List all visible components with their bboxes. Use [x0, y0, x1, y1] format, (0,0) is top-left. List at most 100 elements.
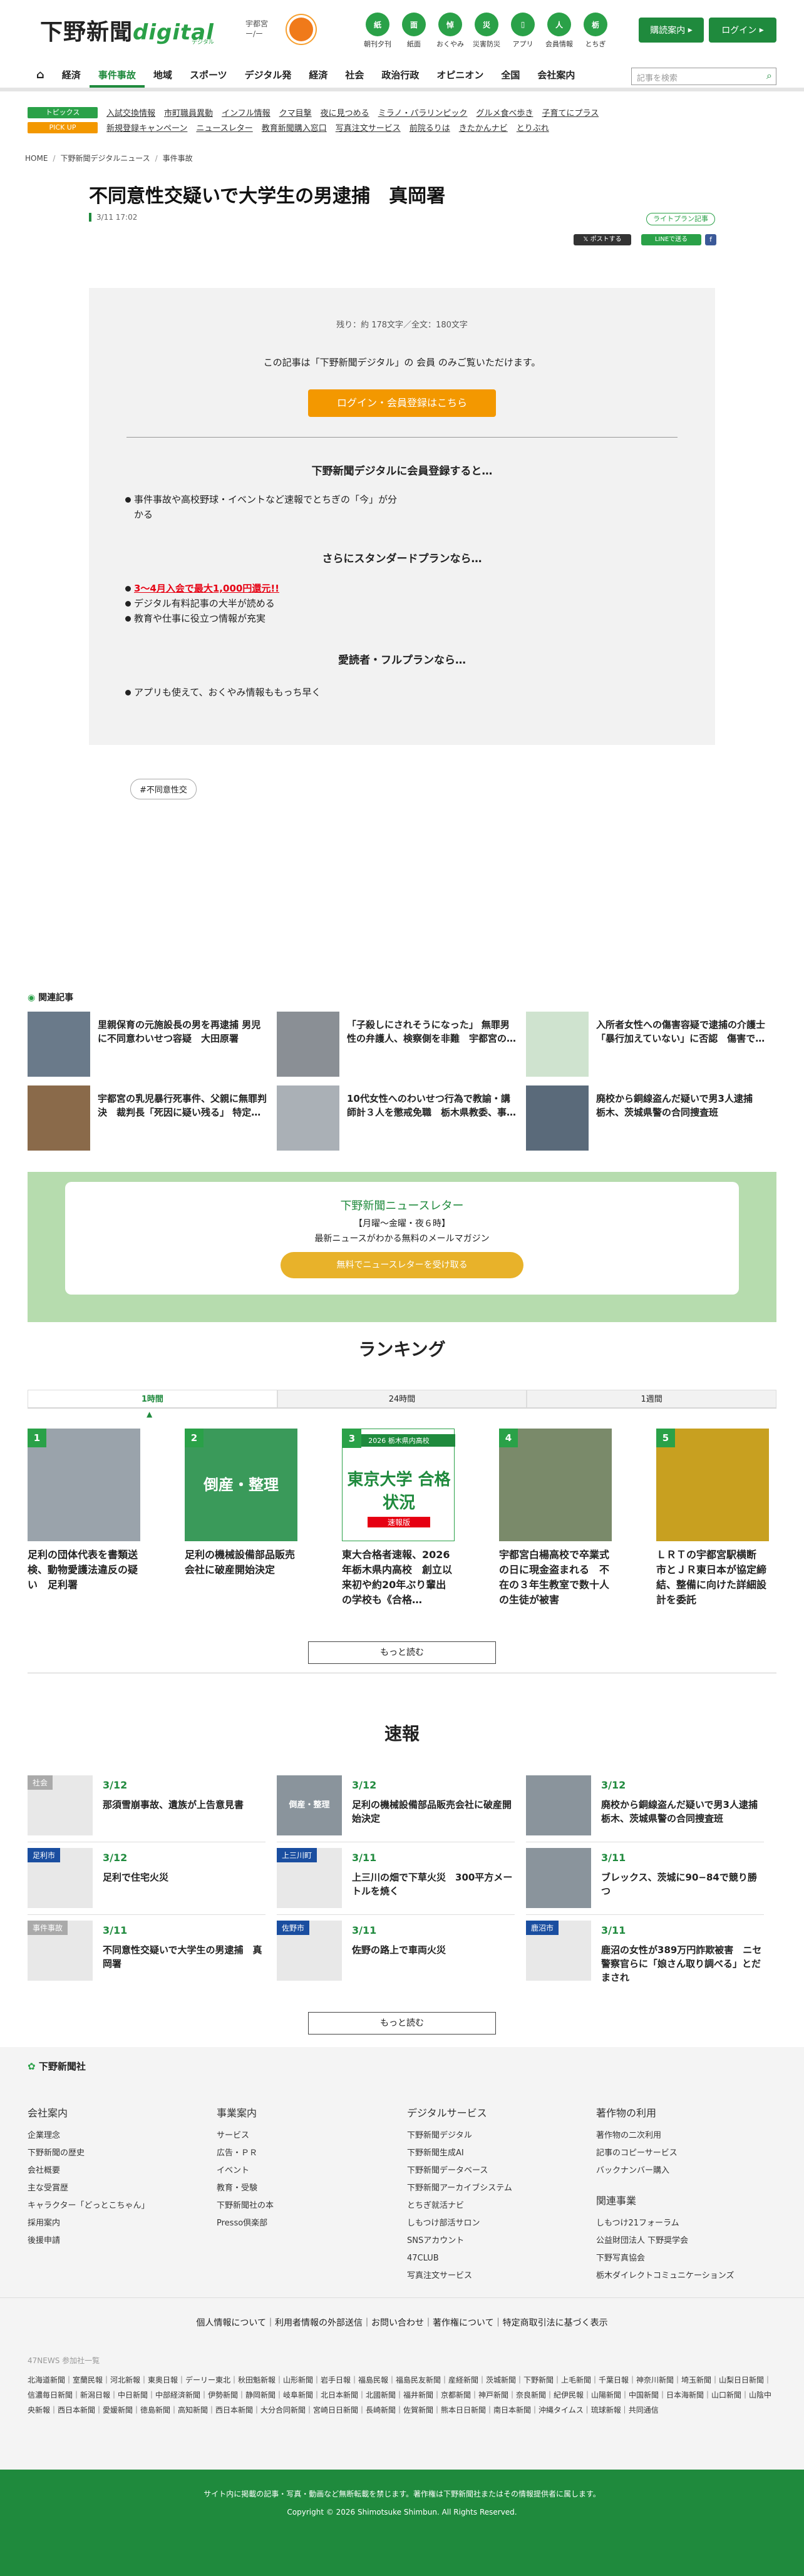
footer-link[interactable]: 主な受賞歴 — [28, 2180, 149, 2197]
pickup-link[interactable]: 前院るりは — [410, 121, 450, 133]
footer-link[interactable]: バックナンバー購入 — [596, 2162, 678, 2180]
pickup-link[interactable]: 教育新聞購入窓口 — [262, 121, 327, 133]
nav-item[interactable]: 地域 — [145, 63, 181, 88]
header-link-3[interactable]: 災災害防災 — [472, 13, 501, 49]
breaking-item[interactable]: 上三川町 3/11 上三川の畑で下草火災 300平方メートルを焼く — [277, 1848, 515, 1915]
ranking-tab[interactable]: 24時間 — [277, 1390, 527, 1408]
footer-link[interactable]: 47CLUB — [407, 2250, 512, 2267]
nav-item[interactable]: 会社案内 — [528, 63, 584, 88]
breaking-item[interactable]: 3/11 ブレックス、茨城に90−84で競り勝つ — [526, 1848, 764, 1915]
policy-links[interactable]: 個人情報について｜利用者情報の外部送信｜お問い合わせ｜著作権について｜特定商取引… — [0, 2316, 804, 2329]
footer-link[interactable]: イベント — [217, 2162, 274, 2180]
site-logo[interactable]: 下野新聞digital — [40, 14, 214, 46]
footer-link[interactable]: しもつけ部活サロン — [407, 2215, 512, 2232]
related-article[interactable]: 廃校から銅線盗んだ疑いで男3人逮捕 栃木、茨城県警の合同捜査班 — [526, 1085, 770, 1151]
topics-link[interactable]: グルメ食べ歩き — [476, 106, 533, 118]
related-article[interactable]: 里親保育の元施設長の男を再逮捕 男児に不同意わいせつ容疑 大田原署 — [28, 1012, 272, 1077]
newsletter-signup-button[interactable]: 無料でニュースレターを受け取る — [281, 1252, 523, 1278]
login-button[interactable]: ログイン ▸ — [709, 18, 776, 43]
nav-item[interactable]: 社会 — [336, 63, 373, 88]
share-line-button[interactable]: LINEで送る — [641, 234, 701, 245]
topics-link[interactable]: 夜に見つめる — [321, 106, 369, 118]
campaign-link[interactable]: 3〜4月入会で最大1,000円還元!! — [125, 581, 279, 596]
footer-link[interactable]: 下野写真協会 — [596, 2250, 734, 2267]
header-link-0[interactable]: 紙朝刊夕刊 — [363, 13, 392, 49]
footer-link[interactable]: 企業理念 — [28, 2127, 149, 2145]
footer-link[interactable]: 著作物の二次利用 — [596, 2127, 678, 2145]
footer-link[interactable]: 下野新聞生成AI — [407, 2145, 512, 2162]
nav-item[interactable]: 政治行政 — [373, 63, 428, 88]
footer-link[interactable]: 教育・受験 — [217, 2180, 274, 2197]
topics-link[interactable]: クマ目撃 — [279, 106, 312, 118]
footer-link[interactable]: 下野新聞の歴史 — [28, 2145, 149, 2162]
header-link-1[interactable]: 面紙面 — [399, 13, 428, 49]
pickup-link[interactable]: きたかんナビ — [459, 121, 508, 133]
footer-link[interactable]: 下野新聞社の本 — [217, 2197, 274, 2215]
breaking-item[interactable]: 社会 3/12 那須雪崩事故、遺族が上告意見書 — [28, 1775, 265, 1842]
ranking-tab[interactable]: 1週間 — [527, 1390, 777, 1408]
footer-link[interactable]: 下野新聞データベース — [407, 2162, 512, 2180]
related-article[interactable]: 10代女性へのわいせつ行為で教諭・講師計３人を懲戒免職 栃木県教委、事… — [277, 1085, 521, 1151]
search-input[interactable]: 記事を検索 ⌕ — [631, 68, 776, 85]
pickup-link[interactable]: ニュースレター — [196, 121, 252, 133]
topics-link[interactable]: インフル情報 — [222, 106, 271, 118]
topics-link[interactable]: 子育てにプラス — [542, 106, 599, 118]
nav-item[interactable]: スポーツ — [181, 63, 236, 88]
ranking-item[interactable]: 倒産・整理 2 足利の機械設備部品販売会社に破産開始決定 — [185, 1429, 297, 1578]
nav-item[interactable]: オピニオン — [428, 63, 492, 88]
footer-link[interactable]: 後援申請 — [28, 2232, 149, 2250]
search-icon[interactable]: ⌕ — [766, 69, 772, 82]
topics-link[interactable]: ミラノ・パラリンピック — [378, 106, 468, 118]
nav-item[interactable]: 経済 — [53, 63, 90, 88]
footer-link[interactable]: とちぎ就活ナビ — [407, 2197, 512, 2215]
header-link-5[interactable]: 人会員情報 — [545, 13, 574, 49]
ranking-more-button[interactable]: もっと読む — [308, 1641, 496, 1664]
breaking-more-button[interactable]: もっと読む — [308, 2012, 496, 2035]
ranking-item[interactable]: 4 宇都宮白楊高校で卒業式の日に現金盗まれる 不在の３年生教室で数十人の生徒が被害 — [499, 1429, 612, 1608]
ranking-item[interactable]: 東京大学 合格状況 2026 栃木県内高校 速報版 3 東大合格者速報、2026年栃木県… — [342, 1429, 455, 1608]
home-icon[interactable]: ⌂ — [28, 63, 53, 88]
footer-link[interactable]: 会社概要 — [28, 2162, 149, 2180]
ranking-item[interactable]: 5 ＬＲＴの宇都宮駅横断 市とＪＲ東日本が協定締結、整備に向けた詳細設計を委託 — [656, 1429, 769, 1608]
subscribe-button[interactable]: 購読案内 ▸ — [639, 18, 704, 43]
footer-link[interactable]: 採用案内 — [28, 2215, 149, 2232]
footer-link[interactable]: 栃木ダイレクトコミュニケーションズ — [596, 2267, 734, 2285]
breaking-item[interactable]: 鹿沼市 3/11 鹿沼の女性が389万円詐欺被害 ニセ警察官らに「娘さん取り調べる」… — [526, 1921, 764, 1983]
breaking-item[interactable]: 事件事故 3/11 不同意性交疑いで大学生の男逮捕 真岡署 — [28, 1921, 265, 1981]
header-link-4[interactable]: ▯ アプリ — [508, 13, 537, 49]
nav-item[interactable]: 事件事故 — [89, 63, 145, 88]
footer-link[interactable]: 下野新聞アーカイブシステム — [407, 2180, 512, 2197]
pickup-link[interactable]: 新規登録キャンペーン — [106, 121, 187, 133]
breaking-item[interactable]: 倒産・整理 3/12 足利の機械設備部品販売会社に破産開始決定 — [277, 1775, 515, 1842]
footer-link[interactable]: 写真注文サービス — [407, 2267, 512, 2285]
related-article[interactable]: 入所者女性への傷害容疑で逮捕の介護士「暴行加えていない」に否認 傷害で… — [526, 1012, 770, 1077]
related-article[interactable]: 宇都宮の乳児暴行死事件、父親に無罪判決 裁判長「死因に疑い残る」 特定… — [28, 1085, 272, 1151]
footer-link[interactable]: SNSアカウント — [407, 2232, 512, 2250]
login-register-button[interactable]: ログイン・会員登録はこちら — [308, 389, 496, 417]
nav-item[interactable]: 全国 — [492, 63, 528, 88]
share-x-button[interactable]: 𝕏 ポストする — [574, 234, 631, 245]
network-links[interactable]: 北海道新聞｜室蘭民報｜河北新報｜東奥日報｜デーリー東北｜秋田魁新報｜山形新聞｜岩… — [28, 2373, 776, 2418]
footer-link[interactable]: Presso倶楽部 — [217, 2215, 274, 2232]
footer-link[interactable]: 記事のコピーサービス — [596, 2145, 678, 2162]
footer-logo[interactable]: ✿ 下野新聞社 — [28, 2060, 86, 2073]
ranking-item[interactable]: 1 足利の団体代表を書類送検、動物愛護法違反の疑い 足利署 — [28, 1429, 140, 1593]
keyword-tag[interactable]: #不同意性交 — [130, 779, 197, 799]
topics-link[interactable]: 市町職員異動 — [164, 106, 213, 118]
breaking-item[interactable]: 3/12 廃校から銅線盗んだ疑いで男3人逮捕 栃木、茨城県警の合同捜査班 — [526, 1775, 767, 1842]
breadcrumb-item[interactable]: 下野新聞デジタルニュース — [60, 154, 150, 163]
topics-link[interactable]: 入試交換情報 — [106, 106, 155, 118]
nav-item[interactable]: デジタル発 — [236, 63, 301, 88]
footer-link[interactable]: 下野新聞デジタル — [407, 2127, 512, 2145]
weather-widget[interactable]: 宇都宮 ー/ー — [245, 19, 268, 39]
footer-link[interactable]: キャラクター「どっとこちゃん」 — [28, 2197, 149, 2215]
related-article[interactable]: 「子殺しにされそうになった」 無罪男性の弁護人、検察側を非難 宇都宮の… — [277, 1012, 521, 1077]
footer-link[interactable]: 広告・ＰＲ — [217, 2145, 274, 2162]
footer-link[interactable]: サービス — [217, 2127, 274, 2145]
pickup-link[interactable]: 写真注文サービス — [336, 121, 401, 133]
pickup-link[interactable]: とりぶれ — [517, 121, 549, 133]
header-link-6[interactable]: 栃とちぎ — [581, 13, 610, 49]
nav-item[interactable]: 経済 — [300, 63, 336, 88]
header-link-2[interactable]: 悼おくやみ — [436, 13, 465, 49]
footer-link[interactable]: 公益財団法人 下野奨学会 — [596, 2232, 734, 2250]
